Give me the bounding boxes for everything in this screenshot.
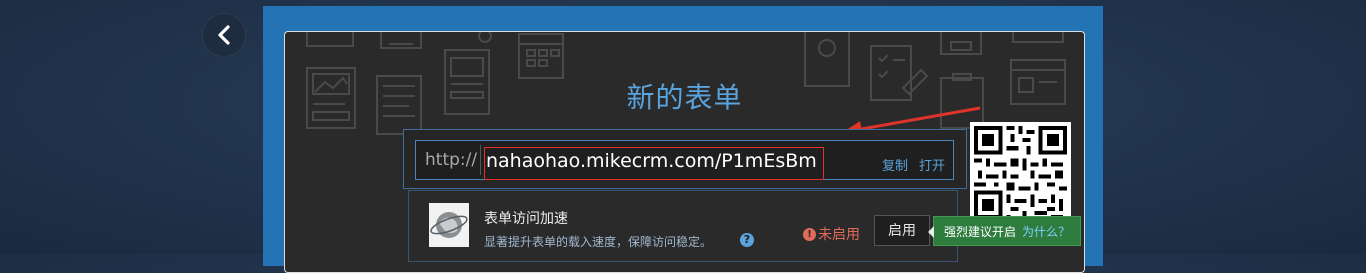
tooltip-text: 强烈建议开启 [944,225,1017,239]
url-protocol: http:// [425,150,478,170]
acceleration-description: 显著提升表单的载入速度，保障访问稳定。 [484,235,713,249]
recommend-tooltip: 强烈建议开启 为什么？ [927,216,1082,246]
chevron-left-icon [218,25,230,45]
open-link-button[interactable]: 打开 [919,155,945,174]
why-link[interactable]: 为什么？ [1022,225,1070,239]
copy-link-button[interactable]: 复制 [882,155,908,174]
status-text: 未启用 [818,227,860,243]
enable-button[interactable]: 启用 [874,215,930,246]
qr-code[interactable] [970,122,1071,223]
url-divider [480,145,481,175]
status-badge: ! 未启用 [803,224,860,244]
globe-icon [429,203,469,247]
url-highlight-box [484,147,824,180]
help-icon[interactable]: ? [740,233,754,247]
warning-icon: ! [803,227,816,241]
back-button[interactable] [203,14,245,56]
acceleration-title: 表单访问加速 [484,211,568,227]
